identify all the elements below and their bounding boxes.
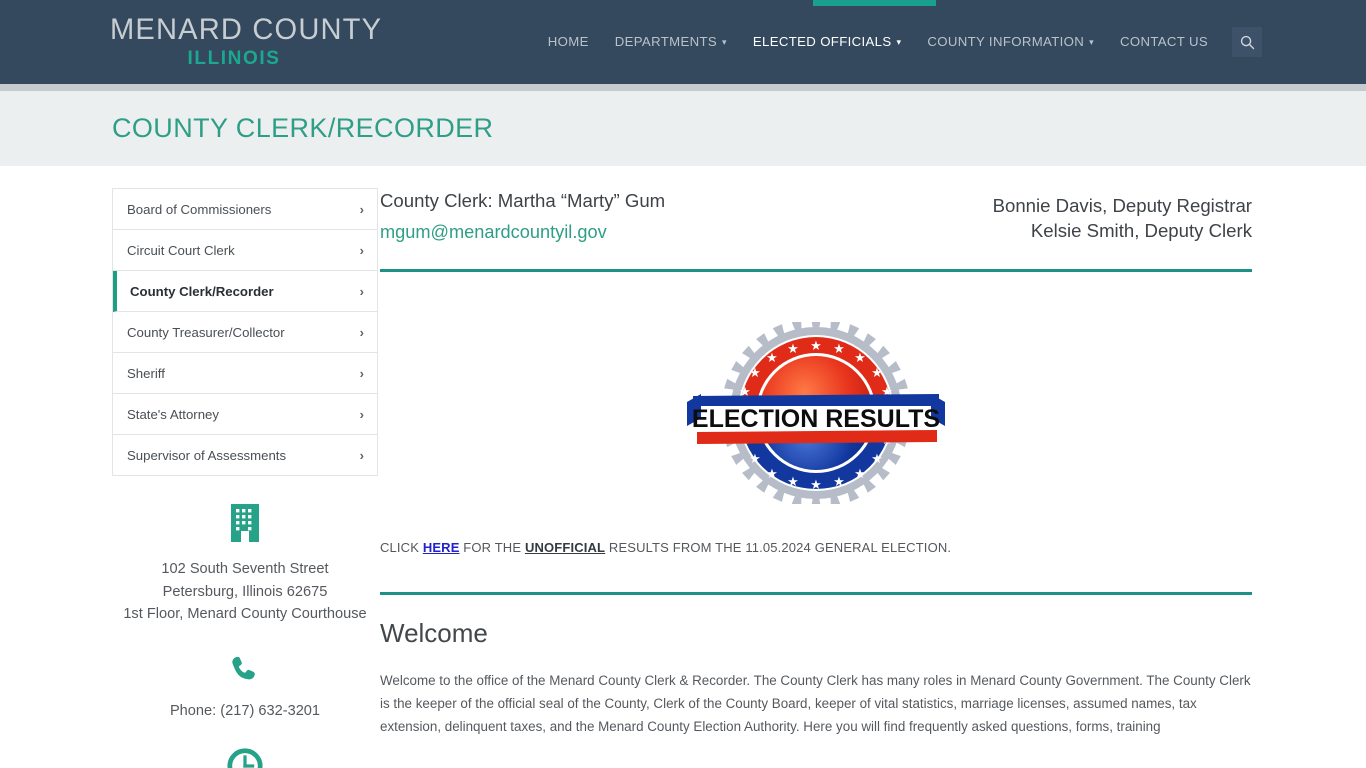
office-address: 102 South Seventh Street Petersburg, Ill… (112, 558, 378, 626)
sidebar-item-label: County Clerk/Recorder (130, 283, 274, 299)
svg-text:★: ★ (854, 467, 866, 482)
deputy-registrar: Bonnie Davis, Deputy Registrar (992, 195, 1252, 216)
svg-text:★: ★ (787, 475, 799, 490)
sidebar-item-label: Sheriff (127, 365, 165, 381)
address-line-3: 1st Floor, Menard County Courthouse (123, 606, 367, 623)
search-icon (1240, 35, 1254, 49)
main-navigation: HOME DEPARTMENTS ▾ ELECTED OFFICIALS ▾ COU… (535, 0, 1262, 84)
page-title-band: COUNTY CLERK/RECORDER (0, 91, 1366, 166)
unofficial-link[interactable]: UNOFFICIAL (525, 540, 605, 555)
sidebar-item-board-of-commissioners[interactable]: Board of Commissioners › (113, 189, 377, 230)
address-line-2: Petersburg, Illinois 62675 (162, 583, 328, 600)
svg-text:★: ★ (749, 452, 761, 467)
divider-welcome (380, 592, 1252, 596)
sidebar-item-county-treasurer-collector[interactable]: County Treasurer/Collector › (113, 312, 377, 353)
nav-item-departments[interactable]: DEPARTMENTS ▾ (602, 0, 740, 85)
sidebar-item-county-clerk-recorder[interactable]: County Clerk/Recorder › (113, 271, 377, 312)
page-title: COUNTY CLERK/RECORDER (112, 113, 494, 143)
sidebar-item-label: Circuit Court Clerk (127, 242, 235, 258)
election-results-link-line: CLICK HERE FOR THE UNOFFICIAL RESULTS FR… (380, 540, 1252, 555)
clock-icon (227, 748, 263, 768)
chevron-down-icon: ▾ (896, 36, 902, 47)
logo-main-text: MENARD COUNTY (110, 13, 383, 46)
badge-text: ELECTION RESULTS (692, 405, 940, 433)
sidebar-item-circuit-court-clerk[interactable]: Circuit Court Clerk › (113, 230, 377, 271)
nav-item-contact-us[interactable]: CONTACT US (1107, 0, 1221, 84)
chevron-right-icon: › (359, 283, 364, 299)
chevron-right-icon: › (359, 242, 364, 258)
phone-icon (232, 656, 255, 680)
nav-item-elected-officials[interactable]: ELECTED OFFICIALS ▾ (740, 0, 914, 85)
header-separator (0, 84, 1366, 91)
office-phone: Phone: (217) 632-3201 (169, 702, 321, 719)
click-suffix: RESULTS FROM THE 11.05.2024 GENERAL ELEC… (605, 540, 952, 556)
clerk-email-link[interactable]: mgum@menardcountyil.gov (380, 222, 665, 243)
chevron-right-icon: › (359, 447, 364, 463)
search-button[interactable] (1232, 27, 1262, 57)
site-header: MENARD COUNTY ILLINOIS HOME DEPARTMENTS ▾… (0, 0, 1366, 84)
nav-label: ELECTED OFFICIALS (752, 33, 892, 49)
svg-text:★: ★ (749, 366, 761, 381)
welcome-body-text: Welcome to the office of the Menard Coun… (380, 673, 1251, 735)
nav-item-county-information[interactable]: COUNTY INFORMATION ▾ (914, 0, 1107, 85)
chevron-down-icon: ▾ (1089, 36, 1094, 47)
sidebar-item-supervisor-of-assessments[interactable]: Supervisor of Assessments › (113, 435, 377, 476)
welcome-heading: Welcome (380, 618, 488, 649)
chevron-down-icon: ▾ (722, 36, 727, 47)
logo-sub-text: ILLINOIS (187, 47, 281, 69)
clerk-header: County Clerk: Martha “Marty” Gum mgum@me… (380, 188, 1252, 243)
svg-text:★: ★ (833, 475, 845, 490)
sidebar-item-states-attorney[interactable]: State's Attorney › (113, 394, 377, 435)
svg-text:★: ★ (766, 351, 778, 366)
clerk-title: County Clerk: Martha “Marty” Gum (380, 190, 666, 211)
svg-text:★: ★ (854, 351, 866, 366)
office-info: 102 South Seventh Street Petersburg, Ill… (112, 476, 378, 768)
svg-text:★: ★ (810, 339, 822, 354)
clock-icon-wrap (112, 747, 378, 768)
chevron-right-icon: › (359, 365, 364, 381)
here-link[interactable]: HERE (423, 540, 460, 555)
address-line-1: 102 South Seventh Street (161, 561, 329, 577)
chevron-right-icon: › (359, 406, 364, 422)
nav-label: CONTACT US (1119, 34, 1208, 49)
svg-text:★: ★ (871, 366, 883, 381)
sidebar-item-label: County Treasurer/Collector (127, 324, 285, 340)
nav-label: COUNTY INFORMATION (927, 33, 1085, 49)
nav-label: HOME (547, 34, 589, 49)
svg-text:★: ★ (766, 467, 778, 482)
main-content: County Clerk: Martha “Marty” Gum mgum@me… (380, 188, 1366, 768)
svg-text:★: ★ (871, 452, 883, 467)
building-icon (231, 504, 259, 542)
svg-text:★: ★ (787, 342, 799, 357)
clerk-identity: County Clerk: Martha “Marty” Gum mgum@me… (380, 188, 665, 243)
chevron-right-icon: › (359, 324, 364, 340)
sidebar-item-label: Board of Commissioners (127, 201, 272, 217)
click-middle: FOR THE (459, 540, 525, 556)
sidebar: Board of Commissioners › Circuit Court C… (0, 188, 380, 768)
page-content: Board of Commissioners › Circuit Court C… (0, 166, 1366, 768)
deputy-list: Bonnie Davis, Deputy Registrar Kelsie Sm… (993, 188, 1252, 243)
deputy-clerk: Kelsie Smith, Deputy Clerk (1030, 219, 1252, 241)
election-results-badge-area: ★ ★ ★ ★ ★ ★ ★ ★ ★ ★ ★ ★ ★ ★ ★ ★ ★ (380, 272, 1252, 505)
sidebar-item-sheriff[interactable]: Sheriff › (113, 353, 377, 394)
election-results-badge[interactable]: ★ ★ ★ ★ ★ ★ ★ ★ ★ ★ ★ ★ ★ ★ ★ ★ ★ (687, 322, 945, 505)
sidebar-item-label: Supervisor of Assessments (127, 447, 287, 463)
building-icon-wrap (112, 502, 378, 544)
svg-text:★: ★ (810, 478, 822, 493)
svg-text:★: ★ (833, 342, 845, 357)
site-logo[interactable]: MENARD COUNTY ILLINOIS (110, 14, 410, 70)
nav-item-home[interactable]: HOME (535, 0, 602, 84)
sidebar-menu: Board of Commissioners › Circuit Court C… (112, 188, 378, 476)
click-prefix: CLICK (380, 540, 423, 556)
nav-label: DEPARTMENTS (614, 33, 718, 49)
chevron-right-icon: › (359, 201, 364, 217)
phone-icon-wrap (112, 654, 378, 686)
sidebar-item-label: State's Attorney (127, 406, 219, 422)
